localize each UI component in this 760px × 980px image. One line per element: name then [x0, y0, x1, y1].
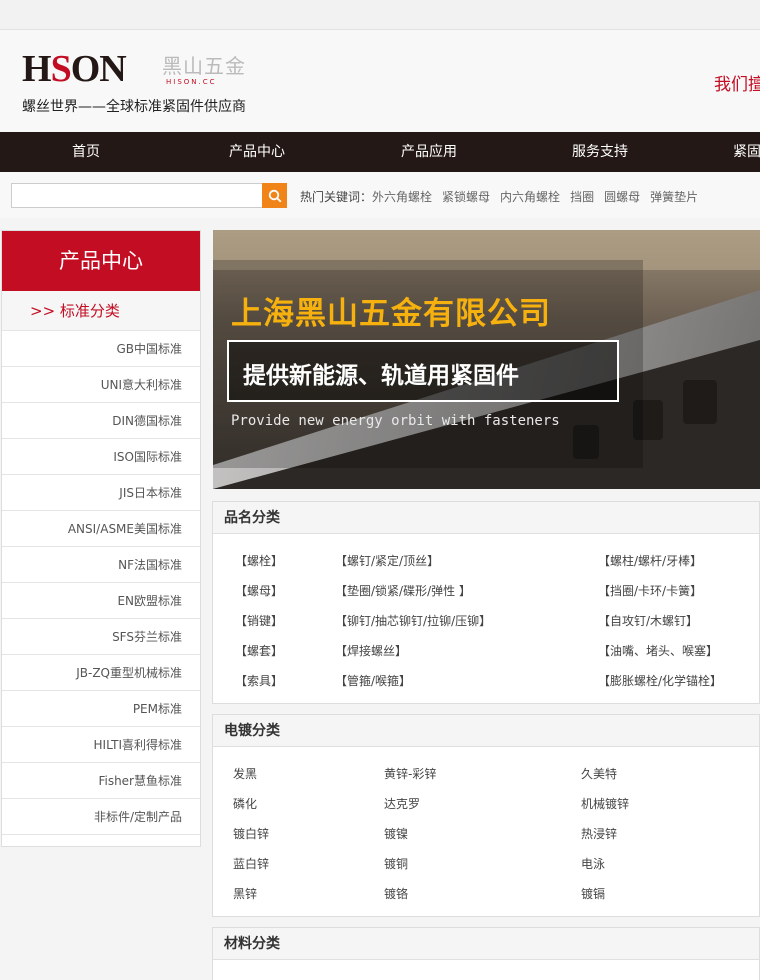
- nav-item-applications[interactable]: 产品应用: [384, 132, 474, 172]
- plating-link[interactable]: 镀镍: [384, 825, 408, 842]
- sidebar-item-jis[interactable]: JIS日本标准: [2, 475, 200, 511]
- panel-title: 电镀分类: [213, 715, 759, 747]
- hot-keyword-link[interactable]: 紧锁螺母: [442, 190, 490, 204]
- sidebar-item-uni[interactable]: UNI意大利标准: [2, 367, 200, 403]
- category-link[interactable]: 【销键】: [235, 612, 283, 629]
- banner-english: Provide new energy orbit with fasteners: [231, 413, 560, 429]
- hot-keyword-link[interactable]: 外六角螺栓: [372, 190, 432, 204]
- search-icon: [268, 189, 281, 202]
- hot-keyword-link[interactable]: 挡圈: [570, 190, 594, 204]
- sidebar-item-jb-zq[interactable]: JB-ZQ重型机械标准: [2, 655, 200, 691]
- plating-link[interactable]: 镀白锌: [233, 825, 269, 842]
- nav-item-fasteners[interactable]: 紧固: [733, 132, 760, 172]
- category-link[interactable]: 【螺栓】: [235, 552, 283, 569]
- search-input[interactable]: [11, 183, 263, 208]
- hot-keywords-label: 热门关键词：: [300, 190, 373, 204]
- banner-title: 上海黑山五金有限公司: [231, 296, 551, 332]
- logo-domain: HISON.CC: [166, 78, 217, 86]
- plating-link[interactable]: 镀铬: [384, 885, 408, 902]
- plating-link[interactable]: 达克罗: [384, 795, 420, 812]
- sidebar-item-din[interactable]: DIN德国标准: [2, 403, 200, 439]
- product-sidebar: 产品中心 >> 标准分类 GB中国标准 UNI意大利标准 DIN德国标准 ISO…: [1, 230, 201, 847]
- sidebar-item-ansi[interactable]: ANSI/ASME美国标准: [2, 511, 200, 547]
- category-link[interactable]: 【螺母】: [235, 582, 283, 599]
- sidebar-item-nf[interactable]: NF法国标准: [2, 547, 200, 583]
- plating-link[interactable]: 电泳: [581, 855, 605, 872]
- sidebar-title: 产品中心: [2, 231, 200, 291]
- sidebar-item-pem[interactable]: PEM标准: [2, 691, 200, 727]
- logo-letter: N: [99, 48, 126, 90]
- header-tagline: 我们擅: [714, 75, 760, 95]
- category-link[interactable]: 【挡圈/卡环/卡簧】: [598, 582, 702, 599]
- sidebar-item-fisher[interactable]: Fisher慧鱼标准: [2, 763, 200, 799]
- logo-mark: HSON: [22, 48, 127, 90]
- plating-category-panel: 电镀分类 发黑 磷化 镀白锌 蓝白锌 黑锌 黄锌-彩锌 达克罗 镀镍 镀铜 镀铬…: [212, 714, 760, 917]
- plating-link[interactable]: 久美特: [581, 765, 617, 782]
- nav-item-home[interactable]: 首页: [46, 132, 126, 172]
- plating-link[interactable]: 机械镀锌: [581, 795, 629, 812]
- sidebar-item-gb[interactable]: GB中国标准: [2, 331, 200, 367]
- panel-title: 材料分类: [213, 928, 759, 960]
- site-slogan: 螺丝世界——全球标准紧固件供应商: [22, 99, 246, 115]
- logo-letter: H: [22, 48, 52, 90]
- category-link[interactable]: 【螺套】: [235, 642, 283, 659]
- panel-title: 品名分类: [213, 502, 759, 534]
- banner-subtitle: 提供新能源、轨道用紧固件: [243, 363, 519, 389]
- hot-keywords: 热门关键词：外六角螺栓 紧锁螺母 内六角螺栓 挡圈 圆螺母 弹簧垫片: [300, 188, 708, 205]
- plating-link[interactable]: 黑锌: [233, 885, 257, 902]
- category-link[interactable]: 【螺钉/紧定/顶丝】: [335, 552, 439, 569]
- category-link[interactable]: 【膨胀螺栓/化学锚栓】: [598, 672, 722, 689]
- search-button[interactable]: [262, 183, 287, 208]
- sidebar-item-sfs[interactable]: SFS芬兰标准: [2, 619, 200, 655]
- sidebar-category-heading[interactable]: >> 标准分类: [2, 291, 200, 331]
- sidebar-item-hilti[interactable]: HILTI喜利得标准: [2, 727, 200, 763]
- site-logo[interactable]: HSON 黑山五金 HISON.CC: [22, 50, 262, 92]
- plating-link[interactable]: 磷化: [233, 795, 257, 812]
- hero-banner[interactable]: 上海黑山五金有限公司 提供新能源、轨道用紧固件 Provide new ener…: [213, 230, 760, 489]
- hot-keyword-link[interactable]: 弹簧垫片: [650, 190, 698, 204]
- plating-link[interactable]: 黄锌-彩锌: [384, 765, 436, 782]
- name-category-panel: 品名分类 【螺栓】 【螺母】 【销键】 【螺套】 【索具】 【螺钉/紧定/顶丝】…: [212, 501, 760, 704]
- plating-link[interactable]: 发黑: [233, 765, 257, 782]
- sidebar-item-custom[interactable]: 非标件/定制产品: [2, 799, 200, 835]
- category-link[interactable]: 【铆钉/抽芯铆钉/拉铆/压铆】: [335, 612, 491, 629]
- hot-keyword-link[interactable]: 圆螺母: [604, 190, 640, 204]
- logo-letter: S: [50, 48, 72, 90]
- category-link[interactable]: 【索具】: [235, 672, 283, 689]
- category-link[interactable]: 【油嘴、堵头、喉塞】: [598, 642, 718, 659]
- category-link[interactable]: 【焊接螺丝】: [335, 642, 407, 659]
- category-link[interactable]: 【自攻钉/木螺钉】: [598, 612, 698, 629]
- plating-link[interactable]: 镀铜: [384, 855, 408, 872]
- logo-letter: O: [70, 48, 101, 90]
- main-nav: 首页 产品中心 产品应用 服务支持 紧固: [0, 132, 760, 172]
- category-link[interactable]: 【管箍/喉箍】: [335, 672, 411, 689]
- plating-link[interactable]: 蓝白锌: [233, 855, 269, 872]
- plating-link[interactable]: 镀镉: [581, 885, 605, 902]
- plating-link[interactable]: 热浸锌: [581, 825, 617, 842]
- sidebar-item-iso[interactable]: ISO国际标准: [2, 439, 200, 475]
- top-strip: [0, 0, 760, 30]
- hot-keyword-link[interactable]: 内六角螺栓: [500, 190, 560, 204]
- category-link[interactable]: 【螺柱/螺杆/牙棒】: [598, 552, 702, 569]
- nav-item-products[interactable]: 产品中心: [212, 132, 302, 172]
- sidebar-item-en[interactable]: EN欧盟标准: [2, 583, 200, 619]
- nav-item-support[interactable]: 服务支持: [555, 132, 645, 172]
- logo-chinese-name: 黑山五金: [162, 54, 246, 78]
- category-link[interactable]: 【垫圈/锁紧/碟形/弹性 】: [335, 582, 471, 599]
- material-category-panel: 材料分类: [212, 927, 760, 980]
